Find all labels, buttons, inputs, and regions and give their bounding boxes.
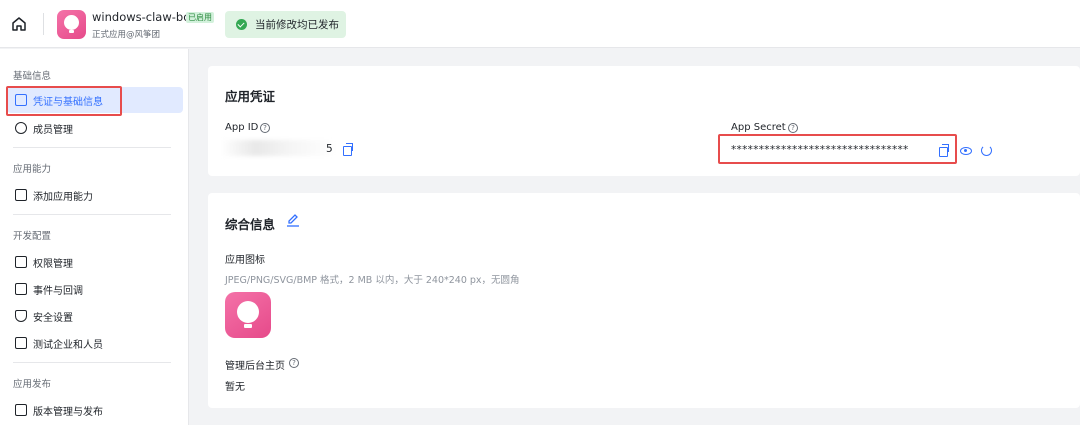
sidebar-group-dev-config: 开发配置 <box>13 231 52 242</box>
sidebar-item-versions[interactable]: 版本管理与发布 <box>7 397 183 423</box>
check-circle-icon <box>236 19 247 30</box>
app-id-redacted <box>221 140 336 156</box>
eye-icon[interactable] <box>960 147 972 155</box>
app-id-label: App ID <box>225 122 259 133</box>
copy-icon[interactable] <box>343 143 353 156</box>
sidebar-item-label: 成员管理 <box>33 125 73 136</box>
credentials-title: 应用凭证 <box>225 89 276 104</box>
app-name: windows-claw-bot <box>92 10 195 24</box>
header-divider <box>43 13 44 35</box>
app-icon-label: 应用图标 <box>225 255 265 266</box>
sidebar-item-test-enterprise[interactable]: 测试企业和人员 <box>7 330 183 356</box>
help-icon[interactable]: ? <box>289 358 299 368</box>
sidebar-group-capability: 应用能力 <box>13 164 52 175</box>
sidebar-item-label: 添加应用能力 <box>33 192 93 203</box>
app-status-badge: 已启用 <box>186 12 214 23</box>
refresh-icon[interactable] <box>981 145 992 156</box>
app-logo <box>57 10 86 39</box>
app-icon-image[interactable] <box>225 292 271 338</box>
sidebar-item-label: 版本管理与发布 <box>33 407 103 418</box>
app-secret-label: App Secret <box>731 122 786 133</box>
sidebar-group-release: 应用发布 <box>13 379 52 390</box>
sidebar-item-add-capability[interactable]: 添加应用能力 <box>7 182 183 208</box>
permission-icon <box>15 256 27 268</box>
sidebar-item-label: 安全设置 <box>33 313 73 324</box>
app-subtitle: 正式应用@风筝团 <box>92 30 161 40</box>
app-icon-hint: JPEG/PNG/SVG/BMP 格式，2 MB 以内，大于 240*240 p… <box>225 275 520 286</box>
sidebar-item-label: 权限管理 <box>33 259 73 270</box>
general-info-card: 综合信息 应用图标 JPEG/PNG/SVG/BMP 格式，2 MB 以内，大于… <box>208 193 1080 408</box>
help-icon[interactable]: ? <box>788 123 798 133</box>
publish-status-pill: 当前修改均已发布 <box>225 11 346 38</box>
homepage-label: 管理后台主页 <box>225 361 285 372</box>
sidebar-group-basic: 基础信息 <box>13 71 52 82</box>
sidebar-item-label: 事件与回调 <box>33 286 83 297</box>
upload-icon <box>15 404 27 416</box>
code-icon <box>15 337 27 349</box>
top-bar: windows-claw-bot 已启用 正式应用@风筝团 当前修改均已发布 <box>0 0 1080 48</box>
general-info-title: 综合信息 <box>225 217 276 232</box>
credentials-icon <box>15 94 27 106</box>
publish-status-text: 当前修改均已发布 <box>255 19 339 31</box>
copy-icon[interactable] <box>939 144 949 157</box>
sidebar-divider <box>13 214 171 215</box>
sidebar: 基础信息 凭证与基础信息 成员管理 应用能力 添加应用能力 开发配置 权限管理 … <box>0 49 189 425</box>
event-icon <box>15 283 27 295</box>
credentials-card: 应用凭证 App ID ? 5 App Secret ? ***********… <box>208 66 1080 176</box>
sidebar-item-members[interactable]: 成员管理 <box>7 115 183 141</box>
sidebar-divider <box>13 147 171 148</box>
sidebar-item-label: 凭证与基础信息 <box>33 97 103 108</box>
sidebar-divider <box>13 362 171 363</box>
help-icon[interactable]: ? <box>260 123 270 133</box>
sidebar-item-credentials[interactable]: 凭证与基础信息 <box>7 87 183 113</box>
sidebar-item-security[interactable]: 安全设置 <box>7 303 183 329</box>
app-id-value: 5 <box>326 143 333 155</box>
edit-icon[interactable] <box>286 213 300 227</box>
homepage-value: 暂无 <box>225 382 245 393</box>
shield-icon <box>15 310 27 322</box>
user-icon <box>15 122 27 134</box>
sidebar-item-permissions[interactable]: 权限管理 <box>7 249 183 275</box>
grid-add-icon <box>15 189 27 201</box>
app-secret-value: ******************************** <box>731 144 909 156</box>
home-icon[interactable] <box>10 15 28 33</box>
sidebar-item-events[interactable]: 事件与回调 <box>7 276 183 302</box>
sidebar-item-label: 测试企业和人员 <box>33 340 103 351</box>
